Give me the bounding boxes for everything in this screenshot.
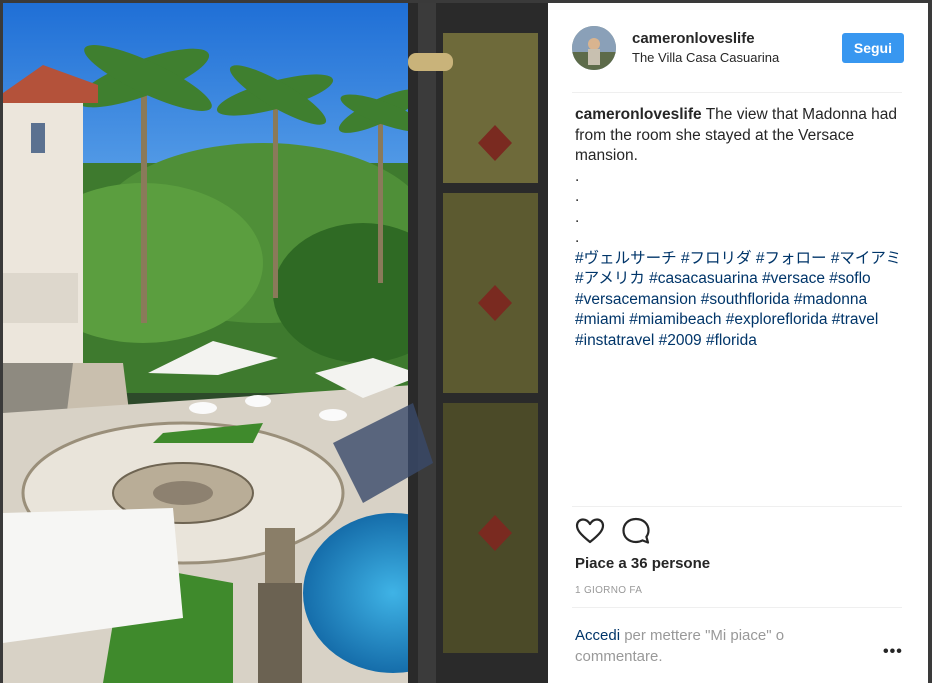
actions-divider [572, 506, 902, 507]
comment-icon[interactable] [620, 515, 652, 547]
post-header: cameronloveslife The Villa Casa Casuarin… [572, 23, 904, 73]
more-options-icon[interactable]: ••• [883, 643, 903, 661]
post-modal: cameronloveslife The Villa Casa Casuarin… [3, 3, 928, 683]
footer-divider [572, 607, 902, 608]
villa-courtyard-image [3, 3, 548, 683]
hashtag-link[interactable]: #versacemansion [575, 291, 696, 308]
hashtag-link[interactable]: #southflorida [701, 291, 790, 308]
post-timestamp: 1 GIORNO FA [575, 585, 643, 596]
username-link[interactable]: cameronloveslife [632, 29, 842, 48]
follow-button[interactable]: Segui [841, 33, 904, 63]
hashtag-link[interactable]: #フォロー [756, 250, 827, 267]
hashtag-link[interactable]: #ヴェルサーチ [575, 250, 677, 267]
location-link[interactable]: The Villa Casa Casuarina [632, 48, 842, 67]
login-prompt: Accedi per mettere "Mi piace" o commenta… [575, 625, 835, 667]
post-caption: cameronloveslife The view that Madonna h… [575, 105, 905, 351]
hashtag-link[interactable]: #instatravel [575, 332, 654, 349]
likes-count[interactable]: Piace a 36 persone [575, 555, 710, 572]
caption-dots: . . . . [575, 167, 905, 249]
hashtag-link[interactable]: #miamibeach [629, 311, 721, 328]
post-photo[interactable] [3, 3, 548, 683]
avatar[interactable] [572, 26, 616, 70]
hashtag-link[interactable]: #casacasuarina [649, 270, 758, 287]
heart-icon[interactable] [574, 515, 606, 547]
hashtag-link[interactable]: #exploreflorida [726, 311, 828, 328]
hashtag-link[interactable]: #アメリカ [575, 270, 645, 287]
caption-dot: . [575, 229, 580, 246]
caption-dot: . [575, 188, 580, 205]
hashtag-link[interactable]: #2009 [659, 332, 702, 349]
hashtag-link[interactable]: #madonna [794, 291, 867, 308]
hashtag-link[interactable]: #versace [762, 270, 825, 287]
hashtag-link[interactable]: #フロリダ [681, 250, 752, 267]
caption-dot: . [575, 167, 580, 185]
hashtag-link[interactable]: #travel [832, 311, 879, 328]
login-link[interactable]: Accedi [575, 627, 620, 644]
post-actions [574, 515, 652, 547]
header-divider [572, 92, 902, 93]
post-details-panel: cameronloveslife The Villa Casa Casuarin… [548, 3, 928, 683]
hashtag-link[interactable]: #soflo [829, 270, 870, 287]
profile-picture-icon [572, 26, 616, 70]
hashtag-link[interactable]: #florida [706, 332, 757, 349]
caption-username-link[interactable]: cameronloveslife [575, 106, 702, 123]
hashtag-link[interactable]: #マイアミ [831, 250, 901, 267]
header-text: cameronloveslife The Villa Casa Casuarin… [632, 29, 842, 67]
hashtag-list: #ヴェルサーチ #フロリダ #フォロー #マイアミ #アメリカ #casacas… [575, 249, 905, 352]
hashtag-link[interactable]: #miami [575, 311, 625, 328]
caption-dot: . [575, 208, 580, 226]
